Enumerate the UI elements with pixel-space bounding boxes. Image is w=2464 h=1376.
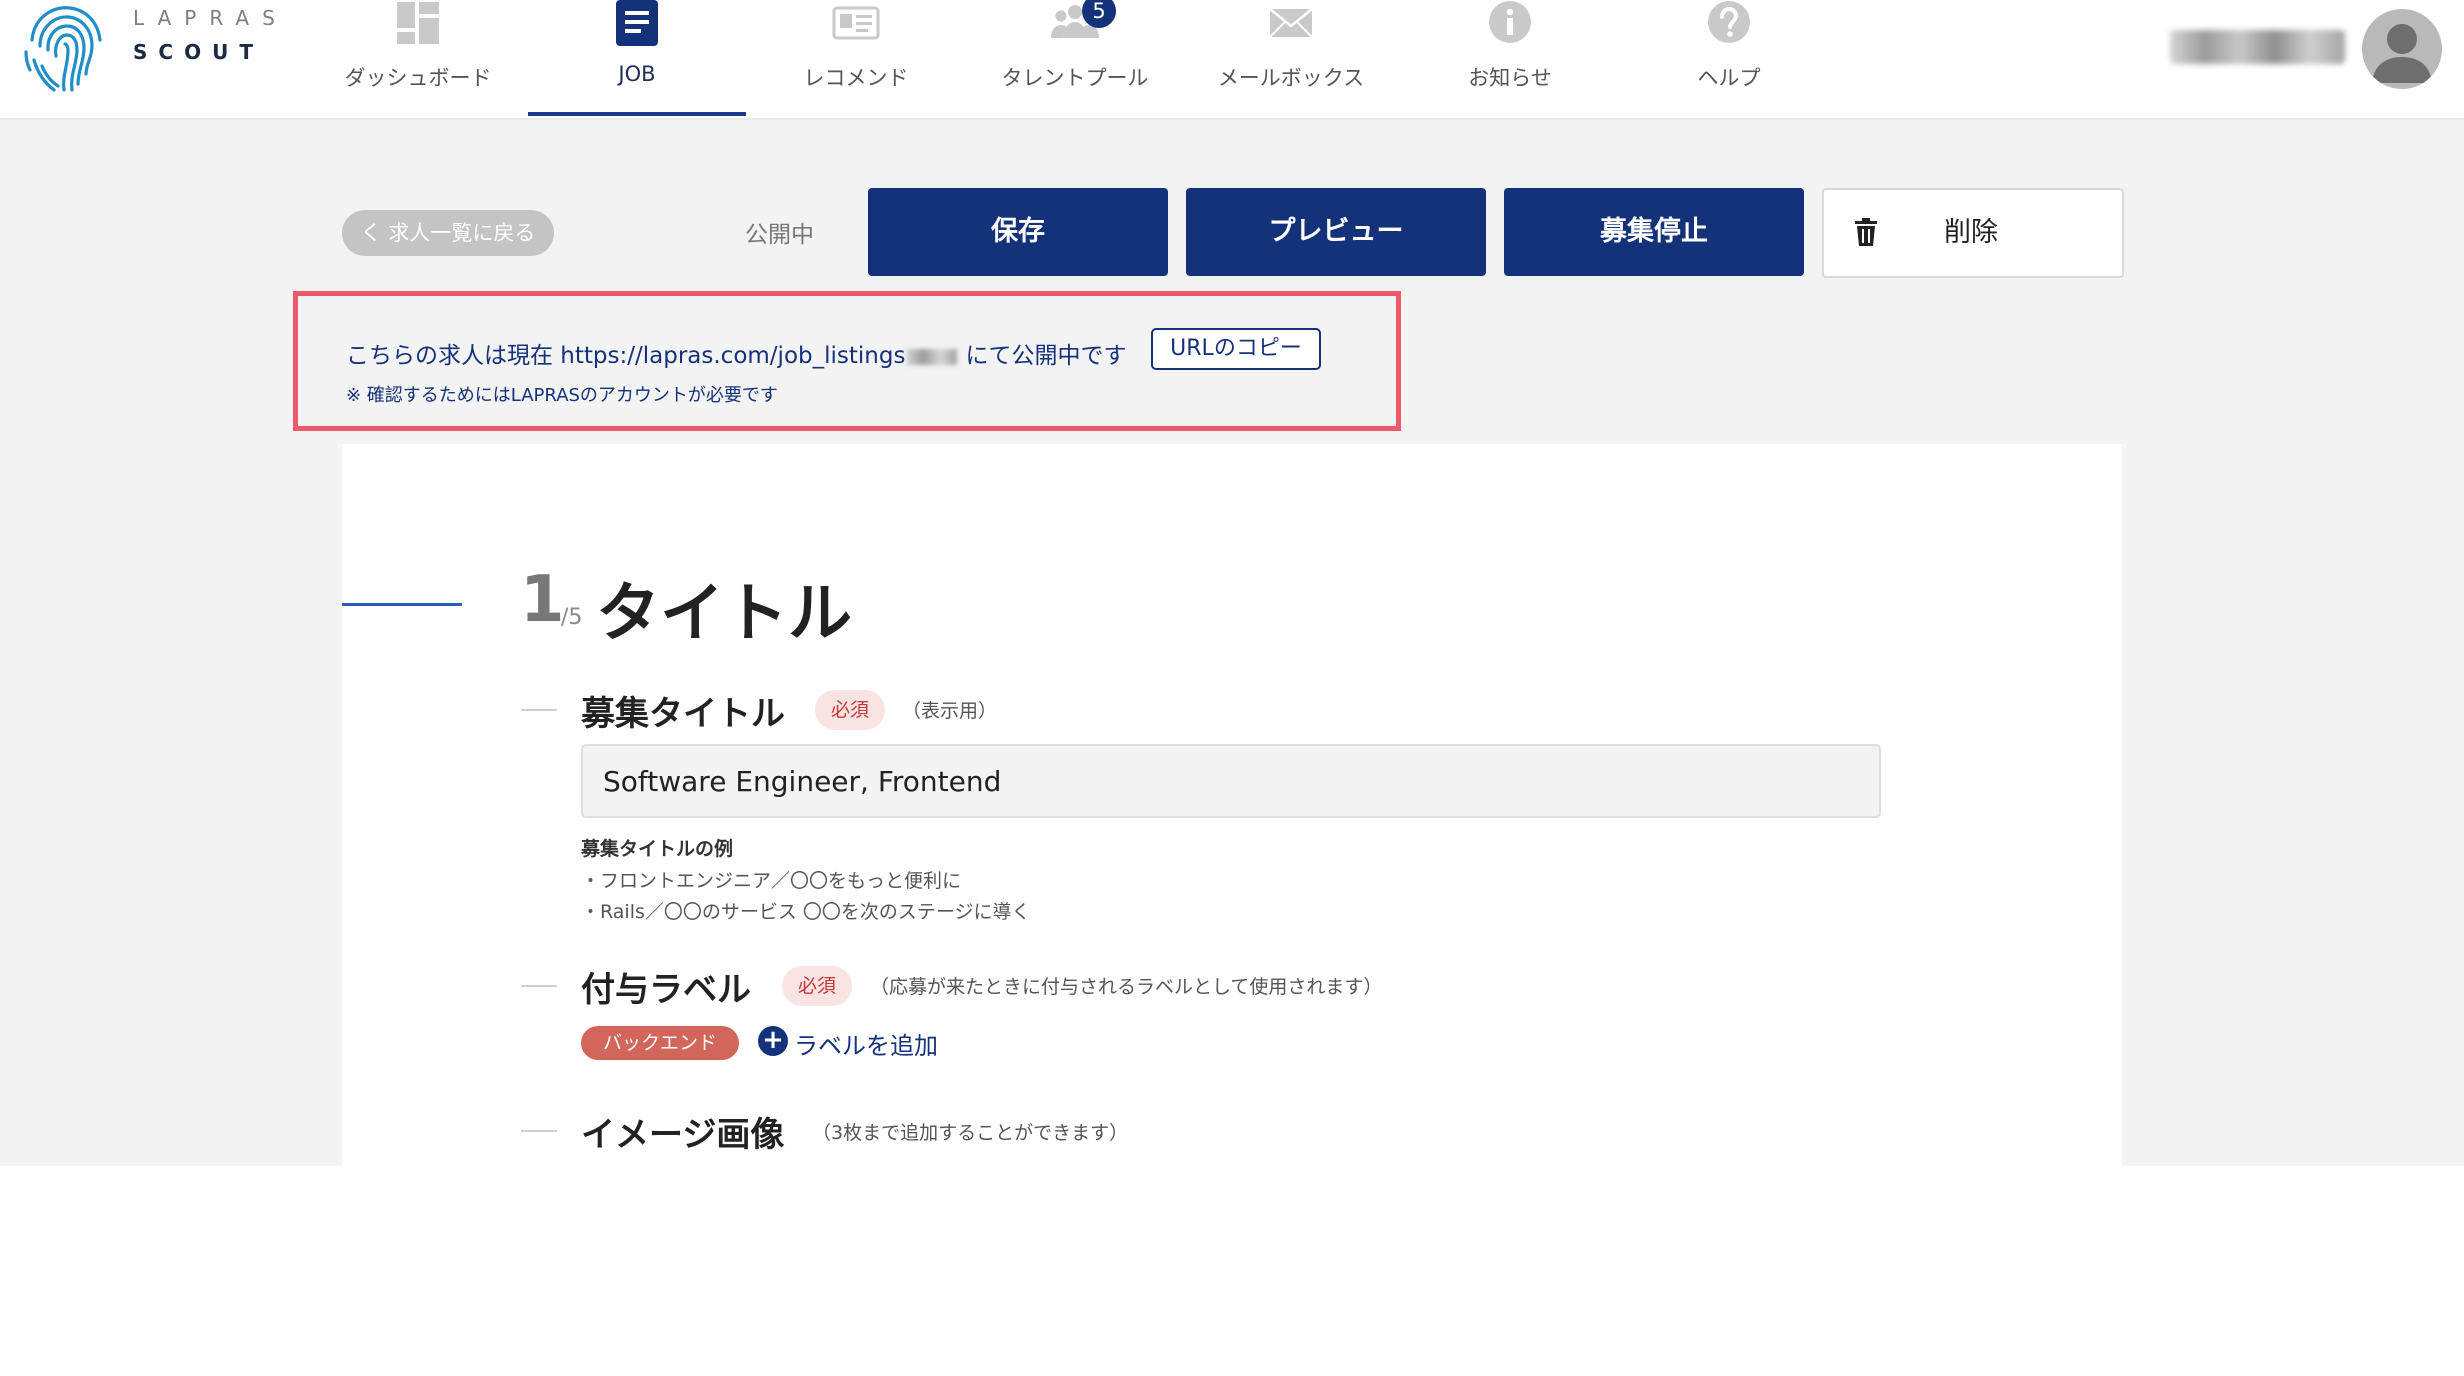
title-example-item: ・フロントエンジニア／〇〇をもっと便利に xyxy=(581,870,962,892)
recruiting-title-label: 募集タイトル xyxy=(581,694,785,734)
user-avatar[interactable] xyxy=(2362,9,2442,89)
public-url-text: こちらの求人は現在 https://lapras.com/job_listing… xyxy=(346,343,906,369)
nav-item-news[interactable]: お知らせ xyxy=(1401,0,1619,118)
assigned-label-note: （応募が来たときに付与されるラベルとして使用されます） xyxy=(870,976,1383,998)
stop-recruiting-button[interactable]: 募集停止 xyxy=(1504,188,1804,276)
nav-label-help: ヘルプ xyxy=(1697,66,1761,90)
nav-item-recommend[interactable]: レコメンド xyxy=(747,0,965,118)
active-tab-indicator xyxy=(528,112,746,116)
image-field-note: （3枚まで追加することができます） xyxy=(812,1122,1129,1144)
nav-label-dashboard: ダッシュボード xyxy=(344,66,492,90)
section-marker-line xyxy=(342,603,462,606)
logo-text-scout: SCOUT xyxy=(133,40,264,64)
section-total: /5 xyxy=(561,605,583,630)
info-icon xyxy=(1489,1,1531,43)
nav-item-help[interactable]: ヘルプ xyxy=(1620,0,1838,118)
field-dash xyxy=(521,709,557,711)
nav-item-talent-pool[interactable]: 5 タレントプール xyxy=(966,0,1184,118)
section-title: タイトル xyxy=(596,577,852,651)
required-badge: 必須 xyxy=(782,966,852,1006)
copy-url-button[interactable]: URLのコピー xyxy=(1151,328,1321,370)
plus-circle-icon: + xyxy=(758,1026,788,1056)
delete-button[interactable]: 削除 xyxy=(1822,188,2124,278)
image-field-label: イメージ画像 xyxy=(581,1115,785,1155)
nav-item-dashboard[interactable]: ダッシュボード xyxy=(309,0,527,118)
document-icon xyxy=(616,0,658,46)
nav-label-recommend: レコメンド xyxy=(803,66,909,90)
publish-status-label: 公開中 xyxy=(745,222,814,248)
field-dash xyxy=(521,1130,557,1132)
assigned-label-label: 付与ラベル xyxy=(581,970,751,1010)
title-example-item: ・Rails／〇〇のサービス 〇〇を次のステージに導く xyxy=(581,901,1031,923)
url-blurred-part xyxy=(907,348,958,365)
top-navigation-bar: LAPRAS SCOUT ダッシュボード JOB レコメンド 5 タレントプール… xyxy=(0,0,2464,120)
required-badge: 必須 xyxy=(815,690,885,730)
public-url-suffix: にて公開中です xyxy=(965,343,1127,369)
envelope-icon xyxy=(1269,8,1313,38)
fingerprint-logo-icon xyxy=(24,6,102,92)
back-to-job-list-button[interactable]: く 求人一覧に戻る xyxy=(342,210,554,256)
lapras-scout-logo[interactable]: LAPRAS SCOUT xyxy=(20,0,275,100)
title-examples-heading: 募集タイトルの例 xyxy=(581,838,734,860)
logo-text-lapras: LAPRAS xyxy=(133,6,288,30)
trash-icon xyxy=(1855,218,1877,246)
section-number: 1 xyxy=(520,563,565,637)
public-url-message: こちらの求人は現在 https://lapras.com/job_listing… xyxy=(346,336,1126,370)
recruiting-title-input[interactable] xyxy=(581,744,1881,818)
public-url-notice: こちらの求人は現在 https://lapras.com/job_listing… xyxy=(293,291,1401,431)
help-icon xyxy=(1708,1,1750,43)
id-card-icon xyxy=(832,6,880,40)
user-name-blurred[interactable] xyxy=(2170,30,2345,64)
nav-label-talent-pool: タレントプール xyxy=(1001,66,1149,90)
save-button[interactable]: 保存 xyxy=(868,188,1168,276)
delete-button-label: 削除 xyxy=(1944,217,1998,248)
account-required-note: ※ 確認するためにはLAPRASのアカウントが必要です xyxy=(346,385,778,406)
add-label-text: ラベルを追加 xyxy=(794,1032,938,1060)
recruiting-title-note: （表示用） xyxy=(902,700,998,722)
nav-item-job[interactable]: JOB xyxy=(528,0,746,118)
nav-label-mailbox: メールボックス xyxy=(1217,66,1365,90)
nav-item-mailbox[interactable]: メールボックス xyxy=(1182,0,1400,118)
user-silhouette-icon xyxy=(2372,24,2432,83)
dashboard-icon xyxy=(397,2,439,44)
preview-button[interactable]: プレビュー xyxy=(1186,188,1486,276)
field-dash xyxy=(521,985,557,987)
nav-label-job: JOB xyxy=(618,62,656,86)
label-tag-backend[interactable]: バックエンド xyxy=(581,1026,739,1060)
nav-label-news: お知らせ xyxy=(1468,66,1552,90)
